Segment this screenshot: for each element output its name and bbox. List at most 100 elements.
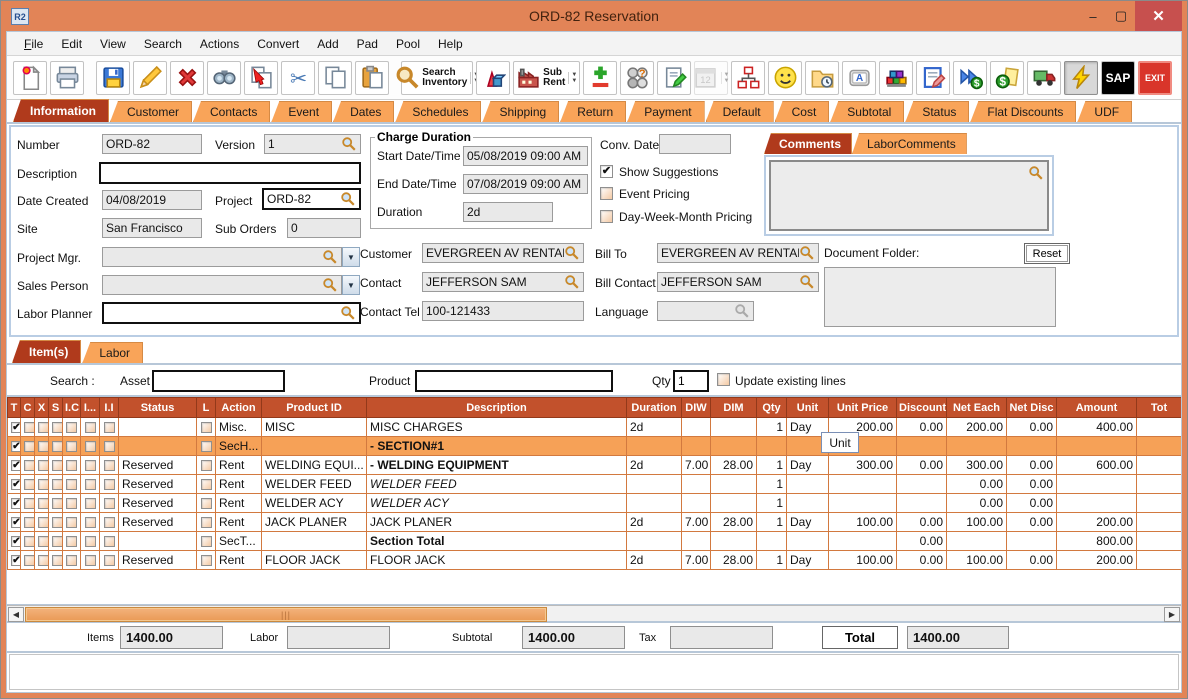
- search-icon[interactable]: [340, 305, 356, 321]
- cell-net_disc[interactable]: 0.00: [1007, 551, 1057, 570]
- tab-contacts[interactable]: Contacts: [193, 101, 270, 122]
- checkbox-icon[interactable]: ✔: [11, 555, 21, 566]
- tab-laborcomments[interactable]: LaborComments: [852, 133, 967, 154]
- col-header-unit_price[interactable]: Unit Price: [829, 398, 897, 418]
- cell-net_each[interactable]: [947, 532, 1007, 551]
- sap-button[interactable]: SAP: [1101, 61, 1135, 95]
- row-checkbox-cell[interactable]: [100, 551, 119, 570]
- checkbox-icon[interactable]: ✔: [11, 498, 21, 509]
- menu-actions[interactable]: Actions: [191, 34, 248, 54]
- checkbox-icon[interactable]: [104, 460, 115, 471]
- cell-unit[interactable]: Day: [787, 551, 829, 570]
- cell-unit_price[interactable]: 300.00: [829, 456, 897, 475]
- row-checkbox-cell[interactable]: [63, 494, 81, 513]
- row-checkbox-cell[interactable]: [21, 418, 35, 437]
- row-checkbox-cell[interactable]: [21, 494, 35, 513]
- tab-information[interactable]: Information: [13, 99, 109, 122]
- notepad-edit-button[interactable]: [657, 61, 691, 95]
- conv-date-field[interactable]: [659, 134, 731, 154]
- row-checkbox-cell[interactable]: [49, 513, 63, 532]
- row-checkbox-cell[interactable]: [49, 437, 63, 456]
- delete-button[interactable]: [170, 61, 204, 95]
- tab-event[interactable]: Event: [271, 101, 332, 122]
- cell-description[interactable]: Section Total: [367, 532, 627, 551]
- cell-net_disc[interactable]: [1007, 532, 1057, 551]
- product-input[interactable]: [415, 370, 613, 392]
- tab-item-s-[interactable]: Item(s): [12, 340, 81, 363]
- cell-duration[interactable]: [627, 532, 682, 551]
- col-header-action[interactable]: Action: [216, 398, 262, 418]
- col-header-description[interactable]: Description: [367, 398, 627, 418]
- cell-dim[interactable]: [711, 494, 757, 513]
- cell-product_id[interactable]: WELDING EQUI...: [262, 456, 367, 475]
- cell-net_each[interactable]: [947, 437, 1007, 456]
- row-checkbox-cell[interactable]: [35, 494, 49, 513]
- col-header-amount[interactable]: Amount: [1057, 398, 1137, 418]
- cell-description[interactable]: - WELDING EQUIPMENT: [367, 456, 627, 475]
- cell-action[interactable]: Rent: [216, 494, 262, 513]
- cell-discount[interactable]: 0.00: [897, 532, 947, 551]
- row-checkbox-cell[interactable]: [21, 475, 35, 494]
- checkbox-icon[interactable]: [52, 441, 63, 452]
- cell-dim[interactable]: [711, 418, 757, 437]
- row-checkbox-cell[interactable]: [197, 418, 216, 437]
- checkbox-icon[interactable]: [52, 536, 63, 547]
- checkbox-icon[interactable]: [24, 479, 35, 490]
- cut-button[interactable]: ✂: [281, 61, 315, 95]
- checkbox-icon[interactable]: [66, 498, 77, 509]
- cell-duration[interactable]: [627, 437, 682, 456]
- checkbox-icon[interactable]: ✔: [11, 536, 21, 547]
- menu-pad[interactable]: Pad: [348, 34, 387, 54]
- row-checkbox-cell[interactable]: [49, 475, 63, 494]
- exit-button[interactable]: EXIT: [1138, 61, 1172, 95]
- col-header-i2[interactable]: I...: [81, 398, 100, 418]
- show-suggestions-checkbox[interactable]: ✔: [600, 165, 613, 178]
- col-header-net_disc[interactable]: Net Disc: [1007, 398, 1057, 418]
- event-pricing-checkbox[interactable]: [600, 187, 613, 200]
- row-checkbox-cell[interactable]: ✔: [8, 475, 21, 494]
- row-checkbox-cell[interactable]: [197, 456, 216, 475]
- doc-edit-blue-button[interactable]: [916, 61, 950, 95]
- scroll-right-arrow[interactable]: ▶: [1164, 607, 1180, 622]
- cell-description[interactable]: WELDER FEED: [367, 475, 627, 494]
- col-header-c[interactable]: C: [21, 398, 35, 418]
- tab-default[interactable]: Default: [706, 101, 774, 122]
- col-header-x[interactable]: X: [35, 398, 49, 418]
- project-mgr-field[interactable]: [102, 247, 342, 267]
- cell-unit_price[interactable]: 100.00: [829, 513, 897, 532]
- search-icon[interactable]: [322, 277, 338, 293]
- cell-duration[interactable]: 2d: [627, 456, 682, 475]
- reset-button[interactable]: Reset: [1024, 243, 1070, 264]
- row-checkbox-cell[interactable]: [35, 456, 49, 475]
- cell-unit_price[interactable]: [829, 494, 897, 513]
- row-checkbox-cell[interactable]: [21, 456, 35, 475]
- row-checkbox-cell[interactable]: ✔: [8, 437, 21, 456]
- checkbox-icon[interactable]: [85, 555, 96, 566]
- checkbox-icon[interactable]: [24, 555, 35, 566]
- checkbox-icon[interactable]: [24, 460, 35, 471]
- tab-udf[interactable]: UDF: [1077, 101, 1132, 122]
- checkbox-icon[interactable]: ✔: [11, 517, 21, 528]
- send-dollar-button[interactable]: $: [953, 61, 987, 95]
- row-checkbox-cell[interactable]: [197, 475, 216, 494]
- checkbox-icon[interactable]: [201, 422, 212, 433]
- cell-duration[interactable]: [627, 475, 682, 494]
- row-checkbox-cell[interactable]: [21, 437, 35, 456]
- cell-amount[interactable]: [1057, 475, 1137, 494]
- menu-search[interactable]: Search: [135, 34, 191, 54]
- checkbox-icon[interactable]: [38, 422, 49, 433]
- people-query-button[interactable]: ?: [620, 61, 654, 95]
- cell-net_disc[interactable]: 0.00: [1007, 513, 1057, 532]
- cell-unit[interactable]: Day: [787, 456, 829, 475]
- search-icon[interactable]: [1028, 165, 1044, 181]
- checkbox-icon[interactable]: [85, 441, 96, 452]
- cubes-button[interactable]: [879, 61, 913, 95]
- cell-qty[interactable]: 1: [757, 494, 787, 513]
- end-date-field[interactable]: 07/08/2019 09:00 AM: [463, 174, 588, 194]
- cell-tot[interactable]: [1137, 494, 1182, 513]
- description-field[interactable]: [99, 162, 361, 184]
- row-checkbox-cell[interactable]: [197, 494, 216, 513]
- cell-qty[interactable]: 1: [757, 475, 787, 494]
- cell-diw[interactable]: [682, 532, 711, 551]
- cell-action[interactable]: Rent: [216, 513, 262, 532]
